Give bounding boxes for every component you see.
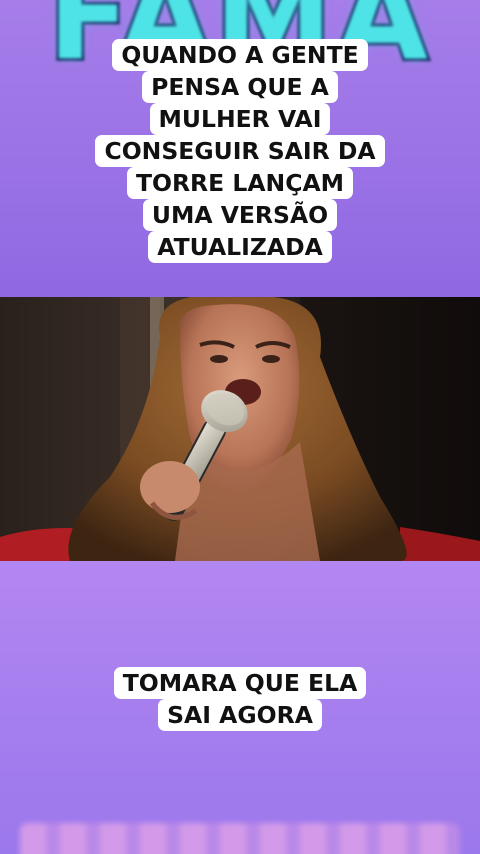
top-caption: QUANDO A GENTE PENSA QUE A MULHER VAI CO… (0, 39, 480, 263)
caption-line: CONSEGUIR SAIR DA (95, 135, 385, 167)
bottom-caption: TOMARA QUE ELA SAI AGORA (0, 667, 480, 731)
caption-line: UMA VERSÃO (142, 199, 338, 231)
bottom-logo-bleed (20, 823, 460, 854)
caption-line: ATUALIZADA (148, 231, 332, 263)
caption-line: TOMARA QUE ELA (113, 667, 367, 699)
top-panel: FAMA QUANDO A GENTE PENSA QUE A MULHER V… (0, 0, 480, 297)
singer-with-microphone-icon (0, 297, 480, 561)
bottom-panel: TOMARA QUE ELA SAI AGORA (0, 561, 480, 854)
caption-line: MULHER VAI (149, 103, 331, 135)
video-frame[interactable] (0, 297, 480, 561)
caption-line: PENSA QUE A (142, 71, 338, 103)
caption-line: QUANDO A GENTE (112, 39, 368, 71)
caption-line: SAI AGORA (158, 699, 322, 731)
caption-line: TORRE LANÇAM (126, 167, 354, 199)
